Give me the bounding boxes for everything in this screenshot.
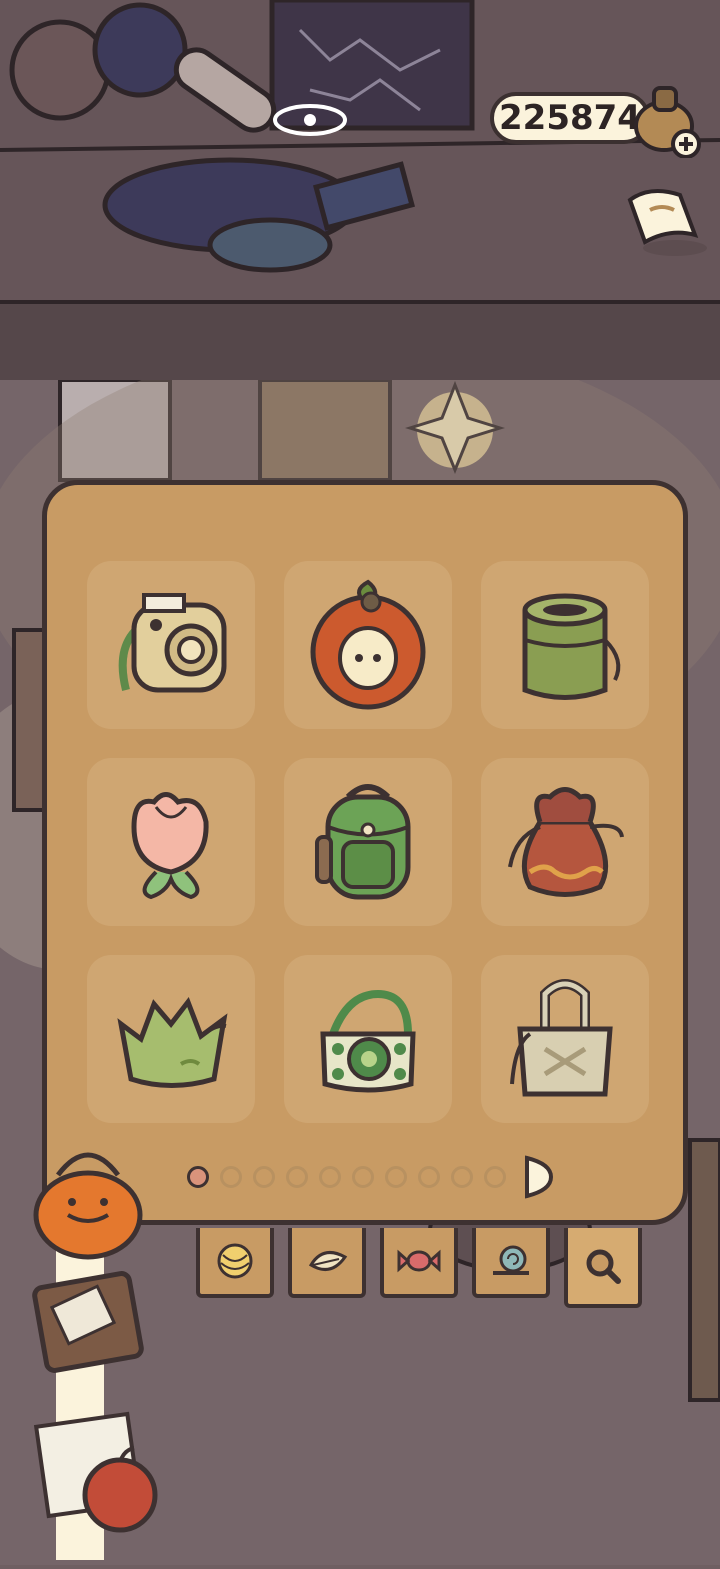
attic-room xyxy=(0,0,720,300)
page-dot[interactable] xyxy=(418,1166,440,1188)
camera-bag-icon xyxy=(118,593,227,693)
coin-count: 225874 xyxy=(499,98,641,138)
map-scroll-icon[interactable] xyxy=(620,180,708,260)
item-tulip-bag[interactable] xyxy=(87,758,255,926)
side-decor-items xyxy=(32,1152,158,1560)
item-crochet-tote[interactable] xyxy=(284,955,452,1123)
drawstring-pouch-icon xyxy=(508,787,624,897)
page-dot[interactable] xyxy=(187,1166,209,1188)
apple-icon xyxy=(82,1457,158,1533)
bucket-bag-icon xyxy=(522,593,621,700)
item-woven-tote[interactable] xyxy=(481,955,649,1123)
item-drawstring-pouch[interactable] xyxy=(481,758,649,926)
page-indicator xyxy=(187,1154,553,1200)
item-backpack[interactable] xyxy=(284,758,452,926)
snail-icon xyxy=(493,1245,529,1275)
page-dot[interactable] xyxy=(220,1166,242,1188)
tab-snail[interactable] xyxy=(472,1228,550,1298)
category-tabs xyxy=(196,1228,656,1308)
next-page-arrow-icon[interactable] xyxy=(523,1154,553,1200)
coin-counter: 225874 xyxy=(490,92,650,144)
attic-decor xyxy=(0,0,720,273)
page-dot[interactable] xyxy=(286,1166,308,1188)
item-grid xyxy=(87,561,653,1127)
tab-yarn[interactable] xyxy=(196,1228,274,1298)
page-dot[interactable] xyxy=(253,1166,275,1188)
tulip-bag-icon xyxy=(131,792,209,900)
tab-search[interactable] xyxy=(564,1228,642,1308)
leaf-bag-icon xyxy=(117,996,228,1088)
backpack-selection-panel xyxy=(42,480,688,1225)
page-dot[interactable] xyxy=(352,1166,374,1188)
wooden-shelf xyxy=(0,300,720,388)
page-dot[interactable] xyxy=(484,1166,506,1188)
crochet-tote-icon xyxy=(320,989,416,1093)
side-decor-stack xyxy=(28,1130,168,1560)
yarn-icon xyxy=(217,1243,253,1279)
item-leaf-bag[interactable] xyxy=(87,955,255,1123)
backpack-icon xyxy=(315,784,411,900)
acorn-bag-icon[interactable] xyxy=(632,78,702,159)
pumpkin-basket-icon xyxy=(33,1170,143,1260)
item-bucket-bag[interactable] xyxy=(481,561,649,729)
tab-leaf[interactable] xyxy=(288,1228,366,1298)
candy-icon xyxy=(397,1249,441,1273)
woven-tote-icon xyxy=(510,979,613,1097)
tab-candy[interactable] xyxy=(380,1228,458,1298)
page-dot[interactable] xyxy=(451,1166,473,1188)
magnifier-icon xyxy=(586,1249,621,1284)
page-dot[interactable] xyxy=(385,1166,407,1188)
page-dot[interactable] xyxy=(319,1166,341,1188)
item-apple-pouch[interactable] xyxy=(284,561,452,729)
apple-pouch-icon xyxy=(310,579,426,710)
leaf-icon xyxy=(308,1251,348,1271)
item-camera-bag[interactable] xyxy=(87,561,255,729)
